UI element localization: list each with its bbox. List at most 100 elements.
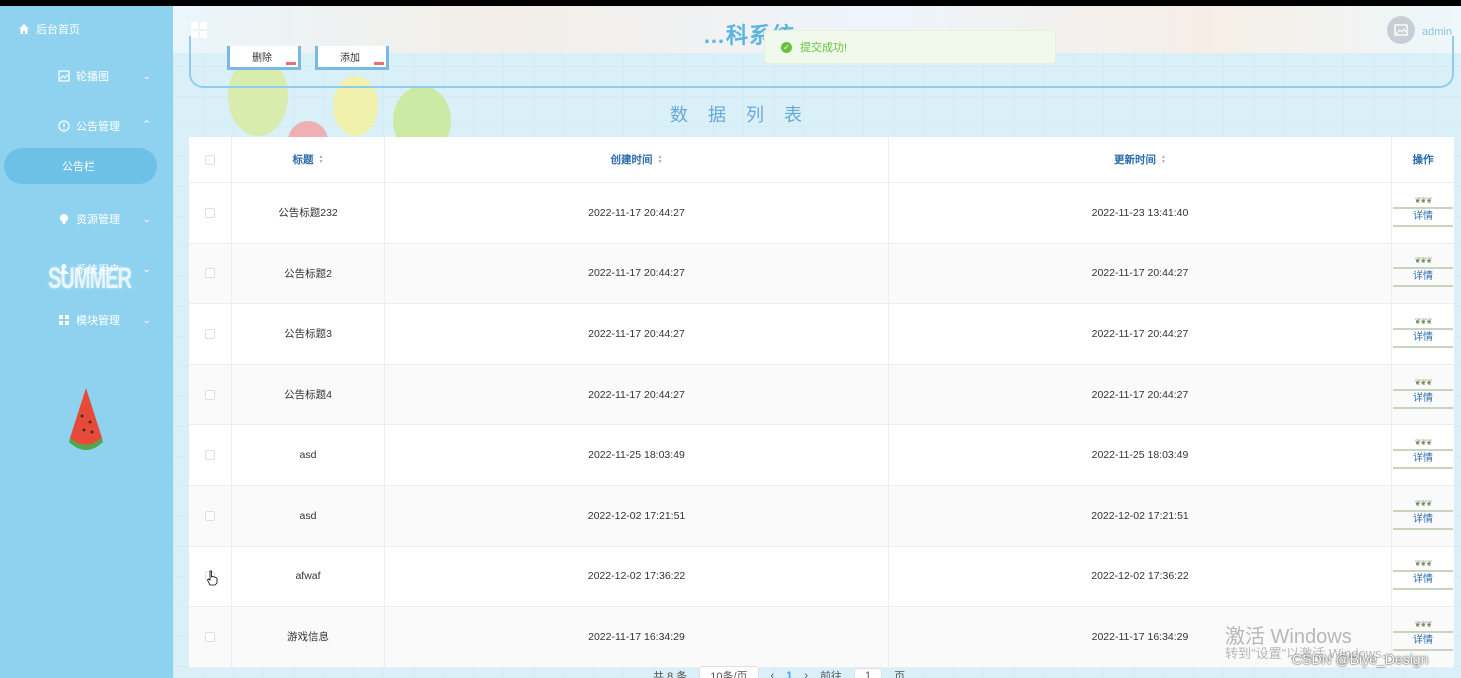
grid-icon: [58, 314, 70, 326]
cell-created: 2022-11-17 20:44:27: [385, 183, 889, 243]
chevron-down-icon: ⌄: [141, 314, 152, 325]
column-header-title[interactable]: 标题 ▲ ▼: [232, 137, 385, 182]
cell-created: 2022-11-17 20:44:27: [385, 243, 889, 304]
row-checkbox[interactable]: [205, 268, 215, 279]
table-row: afwaf 2022-12-02 17:36:22 2022-12-02 17:36…: [189, 546, 1454, 608]
row-checkbox[interactable]: [205, 510, 215, 521]
table-row: 公告标题2 2022-11-17 20:44:27 2022-11-17 20:44…: [189, 243, 1454, 305]
row-checkbox[interactable]: [205, 631, 215, 642]
cell-updated: 2022-11-17 20:44:27: [889, 243, 1392, 304]
cell-updated: 2022-11-23 13:41:40: [889, 183, 1392, 243]
table-row: 公告标题3 2022-11-17 20:44:27 2022-11-17 20:44…: [189, 304, 1454, 365]
row-checkbox[interactable]: [205, 207, 215, 218]
cell-title: afwaf: [232, 546, 385, 607]
toast-message: 提交成功!: [800, 42, 848, 54]
detail-button[interactable]: 详情: [1413, 271, 1433, 283]
cell-title: 公告标题232: [232, 183, 385, 243]
cell-actions: ❦❦❦ 详情: [1392, 547, 1454, 607]
row-checkbox[interactable]: [205, 450, 215, 461]
cell-actions: ❦❦❦ 详情: [1392, 425, 1454, 485]
leaf-decoration: ❦❦❦: [1414, 256, 1432, 266]
sidebar-item-resource[interactable]: 资源管理 ⌄: [0, 207, 173, 231]
image-icon: [58, 70, 70, 82]
cell-updated: 2022-11-17 20:44:27: [889, 364, 1392, 425]
sidebar: 后台首页 轮播图 ⌄ 公告管理 ⌃ 公告栏 资源管理 ⌄ SUMMER 系统用户…: [0, 6, 173, 678]
sidebar-item-notice[interactable]: 公告管理 ⌃: [0, 114, 173, 138]
chevron-up-icon: ⌃: [141, 119, 152, 129]
sidebar-item-home[interactable]: 后台首页: [18, 22, 80, 36]
page-number[interactable]: 1: [786, 670, 792, 678]
column-header-created[interactable]: 创建时间 ▲ ▼: [385, 137, 889, 182]
cell-title: asd: [232, 425, 385, 485]
row-checkbox[interactable]: [205, 389, 215, 400]
cell-actions: ❦❦❦ 详情: [1392, 304, 1454, 364]
success-toast: ✓ 提交成功!: [764, 30, 1056, 64]
detail-button[interactable]: 详情: [1413, 635, 1433, 647]
cell-actions: ❦❦❦ 详情: [1392, 244, 1454, 304]
detail-button[interactable]: 详情: [1413, 393, 1433, 405]
hand-cursor-icon: [207, 570, 218, 586]
sidebar-item-users[interactable]: 系统用户 ⌄: [0, 257, 173, 281]
cell-actions: ❦❦❦ 详情: [1392, 486, 1454, 546]
select-all-checkbox[interactable]: [205, 154, 215, 165]
sort-icon[interactable]: ▲ ▼: [319, 154, 324, 165]
check-circle-icon: ✓: [781, 41, 792, 53]
detail-button[interactable]: 详情: [1413, 453, 1433, 465]
sidebar-subitem-label: 公告栏: [62, 161, 95, 173]
chevron-down-icon: ⌄: [141, 213, 152, 224]
sidebar-item-carousel[interactable]: 轮播图 ⌄: [0, 64, 173, 88]
add-button[interactable]: 添加: [315, 46, 389, 70]
sidebar-item-modules[interactable]: 模块管理 ⌄: [0, 308, 173, 332]
user-icon: [58, 263, 70, 275]
sidebar-item-label: 轮播图: [76, 71, 109, 83]
leaf-decoration: ❦❦❦: [1414, 498, 1432, 508]
cell-title: asd: [232, 485, 385, 546]
next-page-icon[interactable]: ›: [804, 670, 808, 678]
lightbulb-icon: [58, 213, 70, 225]
leaf-decoration: ❦❦❦: [1414, 377, 1432, 387]
list-title: 数据列表: [670, 105, 822, 125]
chevron-down-icon: ⌄: [141, 263, 152, 274]
page-size-select[interactable]: 10条/页: [699, 666, 759, 678]
chevron-down-icon: ⌄: [141, 70, 152, 81]
detail-button[interactable]: 详情: [1413, 211, 1433, 223]
table-row: 公告标题232 2022-11-17 20:44:27 2022-11-23 13:…: [189, 183, 1454, 244]
home-icon: [19, 24, 29, 34]
leaf-decoration: ❦❦❦: [1414, 438, 1432, 448]
cell-title: 公告标题3: [232, 304, 385, 364]
goto-page-input[interactable]: 1: [854, 668, 883, 678]
leaf-decoration: ❦❦❦: [1414, 316, 1432, 326]
table-row: 公告标题4 2022-11-17 20:44:27 2022-11-17 20:44…: [189, 364, 1454, 426]
data-table: 标题 ▲ ▼ 创建时间 ▲ ▼ 更新时间 ▲ ▼ 操作 公告标题232 2022-11-17 …: [189, 137, 1454, 668]
cell-actions: ❦❦❦ 详情: [1392, 183, 1454, 243]
sidebar-item-label: 模块管理: [76, 315, 120, 327]
goto-label: 前往: [820, 671, 842, 678]
sort-icon[interactable]: ▲ ▼: [658, 154, 663, 165]
detail-button[interactable]: 详情: [1413, 514, 1433, 526]
sidebar-subitem-notice-board[interactable]: 公告栏: [4, 148, 157, 184]
row-checkbox[interactable]: [205, 328, 215, 339]
detail-button[interactable]: 详情: [1413, 332, 1433, 344]
pagination: 共 8 条 10条/页 ‹ 1 › 前往 1 页: [653, 666, 905, 678]
leaf-decoration: ❦❦❦: [1414, 619, 1432, 629]
cell-title: 公告标题2: [232, 243, 385, 304]
pagination-total: 共 8 条: [653, 671, 688, 678]
delete-button[interactable]: 删除: [227, 46, 301, 70]
cell-updated: 2022-11-17 20:44:27: [889, 304, 1392, 364]
cell-created: 2022-11-25 18:03:49: [385, 425, 889, 485]
prev-page-icon[interactable]: ‹: [771, 670, 775, 678]
csdn-watermark: CSDN @Biye_Design: [1292, 651, 1429, 667]
column-header-actions: 操作: [1412, 154, 1434, 166]
cell-created: 2022-11-17 20:44:27: [385, 304, 889, 364]
sort-icon[interactable]: ▲ ▼: [1161, 154, 1166, 165]
cell-title: 游戏信息: [232, 607, 385, 667]
detail-button[interactable]: 详情: [1413, 574, 1433, 586]
cell-updated: 2022-12-02 17:36:22: [889, 546, 1392, 607]
cell-actions: ❦❦❦ 详情: [1392, 365, 1454, 425]
watermelon-decoration: [69, 388, 103, 450]
cell-created: 2022-11-17 16:34:29: [385, 607, 889, 667]
table-header: 标题 ▲ ▼ 创建时间 ▲ ▼ 更新时间 ▲ ▼ 操作: [189, 137, 1454, 183]
column-header-updated[interactable]: 更新时间 ▲ ▼: [889, 137, 1392, 182]
cell-created: 2022-11-17 20:44:27: [385, 364, 889, 425]
info-circle-icon: [58, 120, 70, 132]
